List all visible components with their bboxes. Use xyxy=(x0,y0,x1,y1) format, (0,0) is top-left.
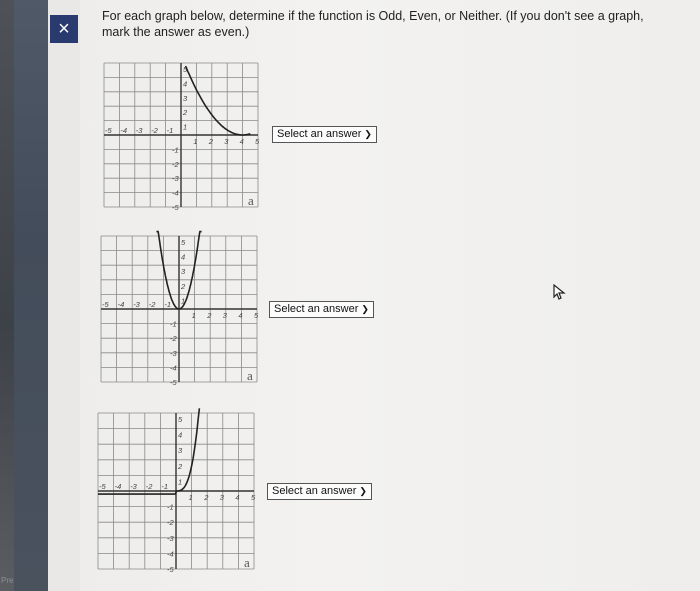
answer-select-1-value: Select an answer xyxy=(277,128,362,140)
x-tick-label: 4 xyxy=(235,493,239,502)
graph-label: a xyxy=(248,193,254,208)
y-tick-label: 3 xyxy=(178,446,183,455)
chevron-down-icon: ❯ xyxy=(361,304,369,314)
instructions-text: For each graph below, determine if the f… xyxy=(102,9,644,39)
y-tick-label: -1 xyxy=(167,503,174,512)
y-tick-label: -1 xyxy=(172,145,179,154)
y-tick-label: -4 xyxy=(167,549,174,558)
mouse-pointer-icon xyxy=(553,284,566,300)
y-tick-label: -2 xyxy=(172,160,179,169)
y-tick-label: -1 xyxy=(170,320,177,329)
side-panel-bar xyxy=(14,0,48,591)
y-tick-label: 5 xyxy=(178,415,183,424)
x-tick-label: 4 xyxy=(238,311,242,320)
y-tick-label: 5 xyxy=(181,238,186,247)
x-tick-label: -2 xyxy=(151,126,158,135)
x-tick-label: 3 xyxy=(220,493,225,502)
x-tick-label: 2 xyxy=(206,311,212,320)
y-tick-label: 1 xyxy=(183,123,187,132)
y-tick-label: -5 xyxy=(167,565,174,574)
x-tick-label: -3 xyxy=(130,482,137,491)
x-tick-label: 5 xyxy=(254,311,259,320)
x-tick-label: 2 xyxy=(203,493,209,502)
y-tick-label: 3 xyxy=(181,267,186,276)
x-tick-label: -3 xyxy=(133,300,140,309)
y-tick-label: 4 xyxy=(178,431,182,440)
x-tick-label: 5 xyxy=(255,137,260,146)
chevron-down-icon: ❯ xyxy=(364,129,372,139)
answer-select-3-value: Select an answer xyxy=(272,485,357,497)
function-curve xyxy=(184,65,251,136)
y-tick-label: -2 xyxy=(167,518,174,527)
x-tick-label: -4 xyxy=(115,482,122,491)
x-tick-label: -1 xyxy=(161,482,168,491)
chevron-down-icon: ❯ xyxy=(359,486,367,496)
y-tick-label: -4 xyxy=(170,363,177,372)
x-tick-label: 1 xyxy=(192,311,196,320)
x-tick-label: -5 xyxy=(99,482,106,491)
y-tick-label: -5 xyxy=(172,203,179,212)
y-tick-label: 2 xyxy=(182,108,188,117)
x-tick-label: -2 xyxy=(146,482,153,491)
graph-label: a xyxy=(244,555,250,570)
x-tick-label: -1 xyxy=(167,126,174,135)
x-tick-label: -4 xyxy=(118,300,125,309)
y-tick-label: 4 xyxy=(183,79,187,88)
y-tick-label: -5 xyxy=(170,378,177,387)
y-tick-label: 2 xyxy=(180,282,186,291)
y-tick-label: 1 xyxy=(178,477,182,486)
x-tick-label: 2 xyxy=(208,137,214,146)
y-tick-label: -3 xyxy=(170,349,177,358)
close-button[interactable]: × xyxy=(50,15,78,43)
graph-1: -5 -4 -3 -2 -11 2 3 4 554321-1-2-3-4-5 a xyxy=(103,62,260,212)
graph-2: -5 -4 -3 -2 -11 2 3 4 554321-1-2-3-4-5 a xyxy=(100,230,259,387)
left-strip-label: Pre xyxy=(1,576,14,585)
y-tick-label: -2 xyxy=(170,334,177,343)
x-tick-label: -4 xyxy=(120,126,127,135)
answer-select-2-value: Select an answer xyxy=(274,303,359,315)
graph-3: -5 -4 -3 -2 -1 1 2 3 4 5 5 4 3 2 1 -1 -2 -3 -4 -5 a xyxy=(97,408,256,574)
left-strip: Pre xyxy=(0,0,14,591)
answer-select-2[interactable]: Select an answer ❯ xyxy=(269,301,374,318)
close-icon: × xyxy=(58,18,70,40)
x-tick-label: -3 xyxy=(136,126,143,135)
y-tick-label: 2 xyxy=(177,462,183,471)
x-tick-label: 1 xyxy=(189,493,193,502)
x-tick-label: -1 xyxy=(164,300,171,309)
y-tick-label: 4 xyxy=(181,253,185,262)
y-tick-label: -3 xyxy=(172,174,179,183)
x-tick-label: 4 xyxy=(240,137,244,146)
x-tick-label: 3 xyxy=(223,311,228,320)
x-tick-label: -2 xyxy=(149,300,156,309)
x-tick-label: -5 xyxy=(102,300,109,309)
graph-label: a xyxy=(247,368,253,383)
x-tick-label: -5 xyxy=(105,126,112,135)
y-tick-label: -4 xyxy=(172,189,179,198)
answer-select-1[interactable]: Select an answer ❯ xyxy=(272,126,377,143)
x-tick-label: 5 xyxy=(251,493,256,502)
x-tick-label: 1 xyxy=(193,137,197,146)
x-tick-label: 3 xyxy=(224,137,229,146)
y-tick-label: 3 xyxy=(183,94,188,103)
y-tick-label: -3 xyxy=(167,534,174,543)
answer-select-3[interactable]: Select an answer ❯ xyxy=(267,483,372,500)
